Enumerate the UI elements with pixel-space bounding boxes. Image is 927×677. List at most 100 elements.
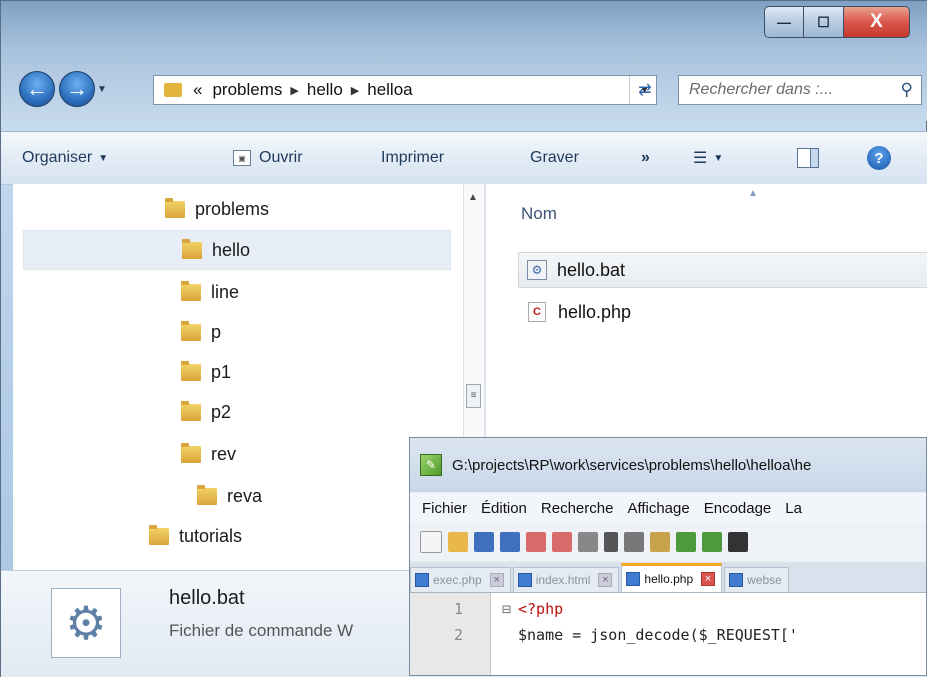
tree-item-p1[interactable]: p1: [181, 352, 231, 392]
line-number: 2: [454, 626, 464, 644]
scroll-up-icon[interactable]: ▲: [468, 192, 478, 203]
tab-webse[interactable]: webse: [724, 567, 789, 592]
breadcrumb-separator-icon[interactable]: ▶: [351, 84, 359, 97]
notepad-plus-plus-window: ✎ G:\projects\RP\work\services\problems\…: [409, 437, 927, 676]
recent-pages-dropdown-icon[interactable]: ▼: [97, 84, 107, 95]
saved-file-icon: [517, 573, 532, 587]
batch-file-large-icon: ⚙: [51, 588, 121, 658]
menu-item-encoding[interactable]: Encodage: [704, 500, 772, 517]
more-commands-button[interactable]: »: [641, 149, 650, 167]
open-label: Ouvrir: [259, 149, 303, 166]
open-icon: ▣: [233, 150, 251, 166]
saved-file-icon: [415, 573, 429, 587]
breadcrumb-hello[interactable]: hello: [307, 80, 343, 100]
menu-item-language[interactable]: La: [785, 500, 802, 517]
breadcrumb-separator-icon[interactable]: ▶: [290, 84, 298, 97]
tab-index-html[interactable]: index.html ×: [512, 567, 620, 592]
close-icon[interactable]: ×: [489, 573, 504, 587]
tree-item-rev[interactable]: rev: [181, 434, 236, 474]
organize-button[interactable]: Organiser ▼: [22, 149, 108, 167]
tree-item-hello[interactable]: hello: [23, 230, 451, 270]
notepad-app-icon: ✎: [420, 454, 442, 476]
tree-item-p[interactable]: p: [181, 312, 221, 352]
tree-item-label: reva: [227, 485, 263, 506]
menu-item-search[interactable]: Recherche: [541, 500, 614, 517]
tree-item-tutorials[interactable]: tutorials: [149, 516, 242, 556]
file-name: hello.php: [558, 301, 632, 322]
search-icon[interactable]: ⚲: [901, 80, 913, 100]
burn-button[interactable]: Graver: [530, 149, 579, 167]
address-bar[interactable]: « problems ▶ hello ▶ helloa ▼: [153, 75, 657, 105]
close-button[interactable]: X: [844, 6, 910, 38]
change-view-button[interactable]: ☰ ▼: [693, 148, 723, 168]
file-item-hello-bat[interactable]: ⚙ hello.bat: [518, 252, 927, 288]
print-icon[interactable]: [578, 532, 598, 552]
code-text: $name = json_decode($_REQUEST[': [518, 626, 798, 644]
breadcrumb-problems[interactable]: problems: [212, 80, 282, 100]
print-button[interactable]: Imprimer: [381, 149, 444, 167]
fold-marker-icon[interactable]: ⊟: [502, 597, 511, 621]
folder-icon: [197, 484, 217, 505]
tree-item-reva[interactable]: reva: [197, 476, 262, 516]
column-header-name[interactable]: Nom: [521, 204, 557, 224]
folder-icon: [181, 280, 201, 301]
back-button[interactable]: ←: [19, 71, 55, 107]
folder-icon: [181, 320, 201, 341]
line-number: 1: [454, 600, 464, 618]
tab-label: hello.php: [644, 572, 694, 586]
folder-icon: [182, 238, 202, 259]
new-file-icon[interactable]: [420, 531, 442, 553]
tab-hello-php[interactable]: hello.php ×: [621, 563, 723, 592]
menu-item-view[interactable]: Affichage: [627, 500, 689, 517]
folder-icon: [149, 524, 169, 545]
open-file-icon[interactable]: [448, 532, 468, 552]
folder-icon: [181, 400, 201, 421]
forward-button[interactable]: →: [59, 71, 95, 107]
window-controls: — ☐ X: [764, 6, 910, 38]
save-icon[interactable]: [474, 532, 494, 552]
menu-item-edit[interactable]: Édition: [481, 500, 527, 517]
close-all-icon[interactable]: [552, 532, 572, 552]
tree-item-label: p: [211, 321, 222, 342]
tree-item-p2[interactable]: p2: [181, 392, 231, 432]
help-button[interactable]: ?: [867, 146, 891, 170]
sort-ascending-icon: ▲: [748, 188, 758, 199]
open-button[interactable]: ▣ Ouvrir: [233, 149, 303, 167]
folder-icon: [181, 442, 201, 463]
tree-item-label: line: [211, 281, 240, 302]
address-overflow[interactable]: «: [193, 80, 202, 100]
code-editor[interactable]: 1 ⊟ <?php 2 $name = json_decode($_REQUES…: [410, 593, 926, 675]
file-item-hello-php[interactable]: C hello.php: [518, 294, 631, 330]
folder-icon: [164, 83, 182, 97]
tree-item-line[interactable]: line: [181, 272, 239, 312]
close-file-icon[interactable]: [526, 532, 546, 552]
tree-item-problems[interactable]: problems: [165, 189, 269, 229]
scrollbar-thumb[interactable]: ≡: [466, 384, 481, 408]
close-icon[interactable]: ×: [598, 573, 613, 587]
notepad-tab-bar: exec.php × index.html × hello.php × webs…: [410, 562, 926, 593]
redo-icon[interactable]: [702, 532, 722, 552]
notepad-title-bar: ✎ G:\projects\RP\work\services\problems\…: [410, 438, 926, 492]
command-bar: Organiser ▼ ▣ Ouvrir Imprimer Graver » ☰…: [1, 131, 927, 185]
breadcrumb-helloa[interactable]: helloa: [367, 80, 412, 100]
cut-icon[interactable]: [604, 532, 618, 552]
close-icon[interactable]: ×: [701, 572, 716, 586]
chevron-down-icon: ▼: [713, 152, 724, 164]
preview-pane-button[interactable]: [797, 148, 819, 168]
code-text: <?php: [518, 600, 564, 618]
undo-icon[interactable]: [676, 532, 696, 552]
refresh-button[interactable]: ⇄: [629, 76, 660, 104]
maximize-button[interactable]: ☐: [804, 6, 844, 38]
search-input[interactable]: Rechercher dans :... ⚲: [678, 75, 922, 105]
help-icon: ?: [874, 149, 884, 167]
save-all-icon[interactable]: [500, 532, 520, 552]
paste-icon[interactable]: [650, 532, 670, 552]
minimize-button[interactable]: —: [764, 6, 804, 38]
copy-icon[interactable]: [624, 532, 644, 552]
notepad-window-title: G:\projects\RP\work\services\problems\he…: [452, 456, 812, 474]
tab-label: exec.php: [433, 573, 482, 587]
find-icon[interactable]: [728, 532, 748, 552]
back-arrow-icon: ←: [26, 76, 48, 101]
menu-item-file[interactable]: Fichier: [422, 500, 467, 517]
tab-exec-php[interactable]: exec.php ×: [410, 567, 511, 592]
